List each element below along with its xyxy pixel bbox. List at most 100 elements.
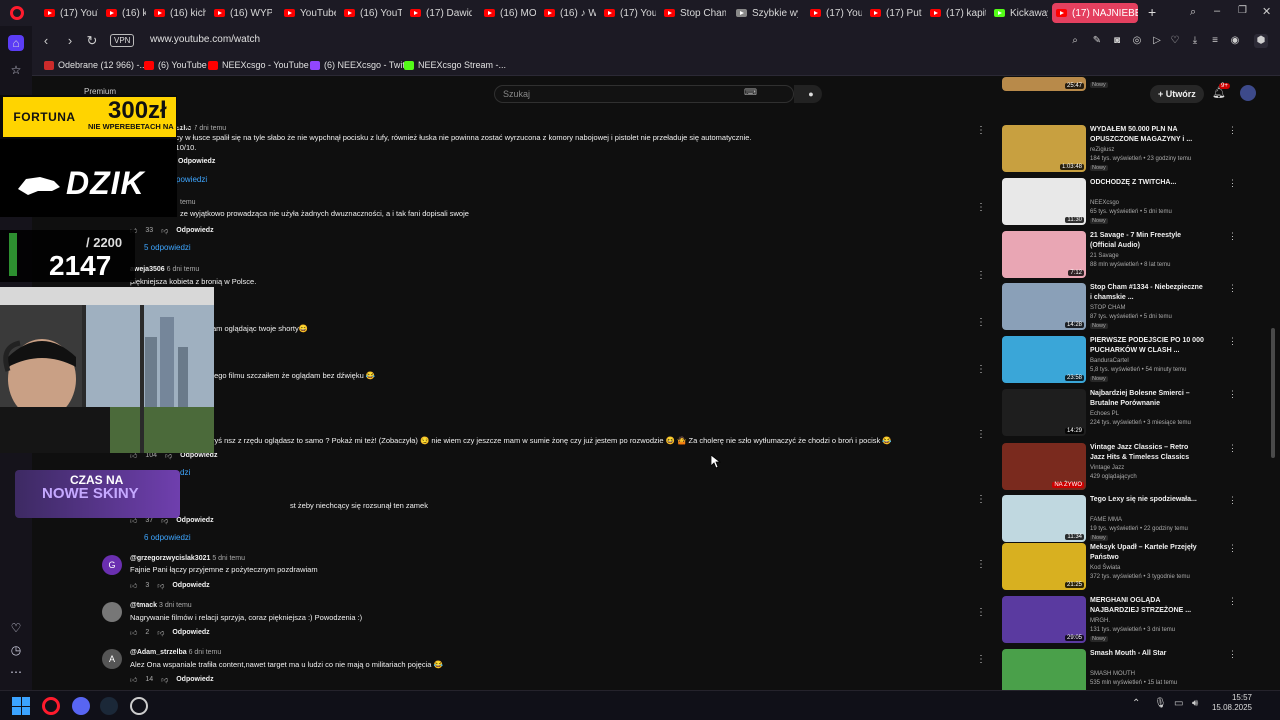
video-title[interactable]: Smash Mouth - All Star (1090, 649, 1204, 659)
video-channel[interactable]: Echoes PL (1090, 411, 1119, 417)
maximize-icon[interactable]: ❐ (1238, 5, 1247, 16)
video-thumbnail[interactable]: 14:29 (1002, 389, 1086, 436)
edit-icon[interactable]: ✎ (1090, 34, 1104, 48)
tab[interactable]: (17) NAJNIEBEZPIE (1052, 3, 1138, 23)
video-channel[interactable]: NEEXcsgo (1090, 200, 1119, 206)
pinboard-icon[interactable]: ☆ (8, 62, 24, 78)
video-thumbnail[interactable]: 11:34 (1002, 495, 1086, 542)
tab[interactable]: (16) MODE (480, 3, 536, 23)
tab[interactable]: Kickaway (990, 3, 1048, 23)
video-title[interactable]: Tego Lexy się nie spodziewała... (1090, 495, 1204, 505)
vpn-badge[interactable]: VPN (110, 34, 135, 47)
reply-button[interactable]: Odpowiedz (178, 158, 215, 165)
dislike-icon[interactable]: 👎︎ (157, 628, 164, 637)
taskbar-clock[interactable]: 15:57 15.08.2025 (1210, 693, 1252, 713)
video-title[interactable]: WYDAŁEM 50.000 PLN NA OPUSZCZONE MAGAZYN… (1090, 125, 1204, 145)
recommended-video[interactable]: 14:28 Stop Cham #1334 - Niebezpieczne i c… (1002, 283, 1252, 331)
view-replies-button[interactable]: dzi (180, 468, 190, 477)
tab[interactable]: (16) WYPIL (210, 3, 272, 23)
comment-menu-icon[interactable]: ⋮ (976, 654, 986, 665)
bookmark-item[interactable]: Odebrane (12 966) -... (44, 60, 147, 70)
tab[interactable]: (16) kichal (150, 3, 206, 23)
recommended-video[interactable]: NA ŻYWO Vintage Jazz Classics – Retro Jaz… (1002, 443, 1252, 491)
video-channel[interactable]: SMASH MOUTH (1090, 671, 1135, 677)
tab[interactable]: Stop Cham (660, 3, 726, 23)
page-scrollbar[interactable] (1270, 80, 1276, 688)
video-thumbnail[interactable]: 7:12 (1002, 231, 1086, 278)
like-icon[interactable]: 👍︎ (130, 581, 137, 590)
reply-button[interactable]: Odpowiedz (180, 452, 217, 459)
search-tabs-icon[interactable]: ⌕ (1190, 6, 1196, 19)
tab[interactable]: (17) kapitan (926, 3, 986, 23)
profile-icon[interactable]: ◉ (1228, 34, 1242, 48)
favorites-icon[interactable]: ♡ (8, 620, 24, 636)
recommended-video[interactable]: 7:12 21 Savage - 7 Min Freestyle (Officia… (1002, 231, 1252, 279)
more-icon[interactable]: ⋯ (8, 664, 24, 680)
video-title[interactable]: ODCHODZĘ Z TWITCHA... (1090, 178, 1204, 188)
network-icon[interactable]: ▭ (1174, 698, 1183, 709)
close-icon[interactable]: ✕ (1262, 5, 1271, 18)
app-icon[interactable] (130, 697, 148, 715)
new-tab-button[interactable]: + (1148, 4, 1156, 20)
windows-start-icon[interactable] (12, 697, 30, 715)
video-menu-icon[interactable]: ⋮ (1228, 495, 1237, 506)
recommended-video[interactable]: 11:30 ODCHODZĘ Z TWITCHA... NEEXcsgo 65 tys… (1002, 178, 1252, 226)
video-menu-icon[interactable]: ⋮ (1228, 125, 1237, 136)
menu-icon[interactable]: ≡ (1208, 34, 1222, 48)
forward-icon[interactable]: › (62, 33, 78, 49)
comment-author[interactable]: @Adam_strzelba 6 dni temu (130, 649, 221, 656)
dislike-icon[interactable]: 👎︎ (161, 226, 168, 235)
comment-menu-icon[interactable]: ⋮ (976, 429, 986, 440)
video-menu-icon[interactable]: ⋮ (1228, 543, 1237, 554)
video-menu-icon[interactable]: ⋮ (1228, 389, 1237, 400)
video-title[interactable]: MERGHANI OGLĄDA NAJBARDZIEJ STRZEŻONE ..… (1090, 596, 1204, 616)
video-thumbnail[interactable]: NA ŻYWO (1002, 443, 1086, 490)
tab[interactable]: YouTube (280, 3, 336, 23)
video-title[interactable]: Stop Cham #1334 - Niebezpieczne i chamsk… (1090, 283, 1204, 303)
recommended-video[interactable]: 25:47 Nowy (1002, 77, 1252, 103)
video-thumbnail[interactable]: 14:28 (1002, 283, 1086, 330)
video-menu-icon[interactable]: ⋮ (1228, 596, 1237, 607)
comment-menu-icon[interactable]: ⋮ (976, 125, 986, 136)
minimize-icon[interactable]: – (1214, 5, 1220, 17)
reply-button[interactable]: Odpowiedz (172, 582, 209, 589)
tab[interactable]: (17) Dawid (406, 3, 472, 23)
view-replies-button[interactable]: powiedzi (176, 175, 207, 184)
tab[interactable]: (16) ♪ WOJ (540, 3, 596, 23)
tab[interactable]: (17) YouTu (40, 3, 98, 23)
video-thumbnail[interactable]: 11:30 (1002, 178, 1086, 225)
video-thumbnail[interactable] (1002, 649, 1086, 690)
reply-button[interactable]: Odpowiedz (172, 629, 209, 636)
reply-button[interactable]: Odpowiedz (176, 676, 213, 683)
scrollbar-thumb[interactable] (1271, 328, 1275, 458)
video-menu-icon[interactable]: ⋮ (1228, 231, 1237, 242)
mic-tray-icon[interactable]: 🎙︎ (1154, 698, 1167, 709)
video-title[interactable]: Meksyk Upadł – Kartele Przejęły Państwo (1090, 543, 1204, 563)
comment-menu-icon[interactable]: ⋮ (976, 494, 986, 505)
video-channel[interactable]: 21 Savage (1090, 253, 1119, 259)
comment-menu-icon[interactable]: ⋮ (976, 317, 986, 328)
video-thumbnail[interactable]: 1:03:48 (1002, 125, 1086, 172)
play-icon[interactable]: ▷ (1150, 34, 1164, 48)
video-menu-icon[interactable]: ⋮ (1228, 649, 1237, 660)
microphone-icon[interactable]: ● (802, 85, 820, 103)
avatar[interactable]: G (102, 555, 122, 575)
view-replies-button[interactable]: 6 odpowiedzi (144, 533, 191, 542)
video-channel[interactable]: STOP CHAM (1090, 305, 1125, 311)
video-channel[interactable]: FAME MMA (1090, 517, 1122, 523)
recommended-video[interactable]: 1:03:48 WYDAŁEM 50.000 PLN NA OPUSZCZONE … (1002, 125, 1252, 173)
comment-menu-icon[interactable]: ⋮ (976, 270, 986, 281)
video-menu-icon[interactable]: ⋮ (1228, 178, 1237, 189)
comment-author[interactable]: temu (180, 199, 196, 206)
tab[interactable]: (17) YouTu (806, 3, 862, 23)
comment-author[interactable]: @grzegorzwycislak3021 5 dni temu (130, 555, 245, 562)
tab[interactable]: (17) Put Yo (866, 3, 922, 23)
view-replies-button[interactable]: 5 odpowiedzi (144, 243, 191, 252)
avatar[interactable] (102, 602, 122, 622)
like-icon[interactable]: 👍︎ (130, 675, 137, 684)
zoom-icon[interactable]: ⌕ (1068, 34, 1082, 48)
video-thumbnail[interactable]: 23:58 (1002, 336, 1086, 383)
comment-author[interactable]: aweja3506 6 dni temu (130, 266, 199, 273)
comment-menu-icon[interactable]: ⋮ (976, 202, 986, 213)
download-icon[interactable]: ⤓ (1188, 34, 1202, 48)
